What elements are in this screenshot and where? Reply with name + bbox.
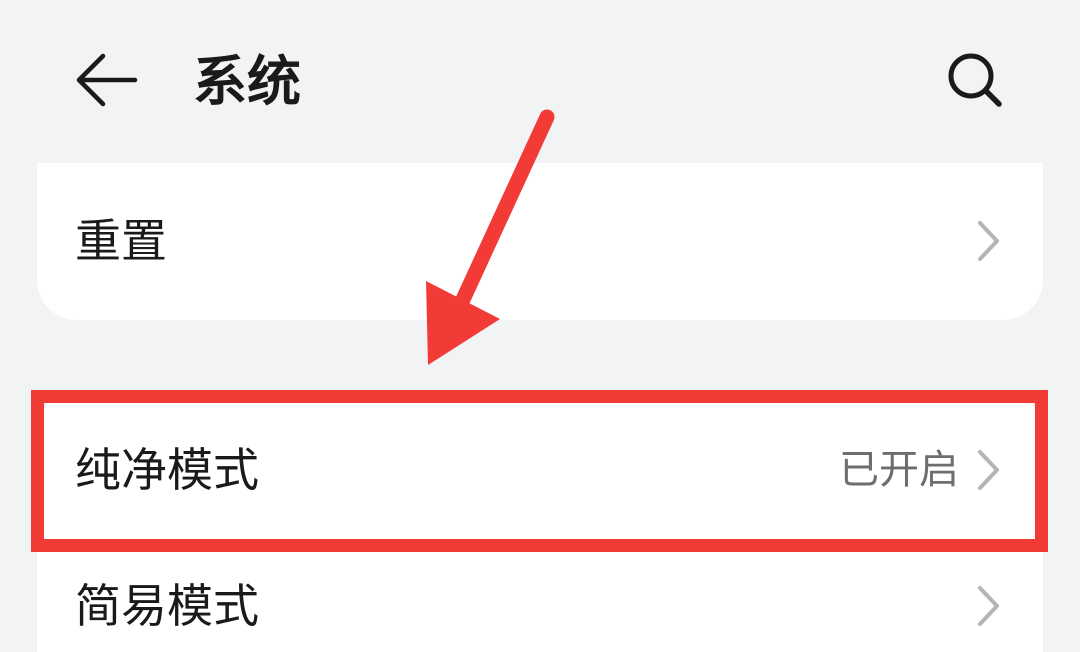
chevron-right-icon [978,450,999,490]
reset-row[interactable]: 重置 [37,163,1043,320]
reset-label: 重置 [75,214,167,268]
back-button[interactable] [62,40,152,120]
chevron-right-icon [978,221,999,261]
settings-card-top: 重置 [37,163,1043,320]
settings-card-bottom: 纯净模式 已开启 简易模式 [37,392,1043,652]
chevron-right-icon [978,586,999,626]
page-title: 系统 [193,50,301,113]
top-app-bar: 系统 [0,0,1080,160]
search-icon [948,53,1002,107]
simple-mode-label: 简易模式 [75,579,259,633]
back-arrow-icon [76,53,138,107]
simple-mode-row[interactable]: 简易模式 [37,549,1043,652]
pure-mode-status: 已开启 [839,447,959,493]
pure-mode-label: 纯净模式 [75,443,259,497]
pure-mode-row[interactable]: 纯净模式 已开启 [37,392,1043,548]
search-button[interactable] [930,40,1020,120]
